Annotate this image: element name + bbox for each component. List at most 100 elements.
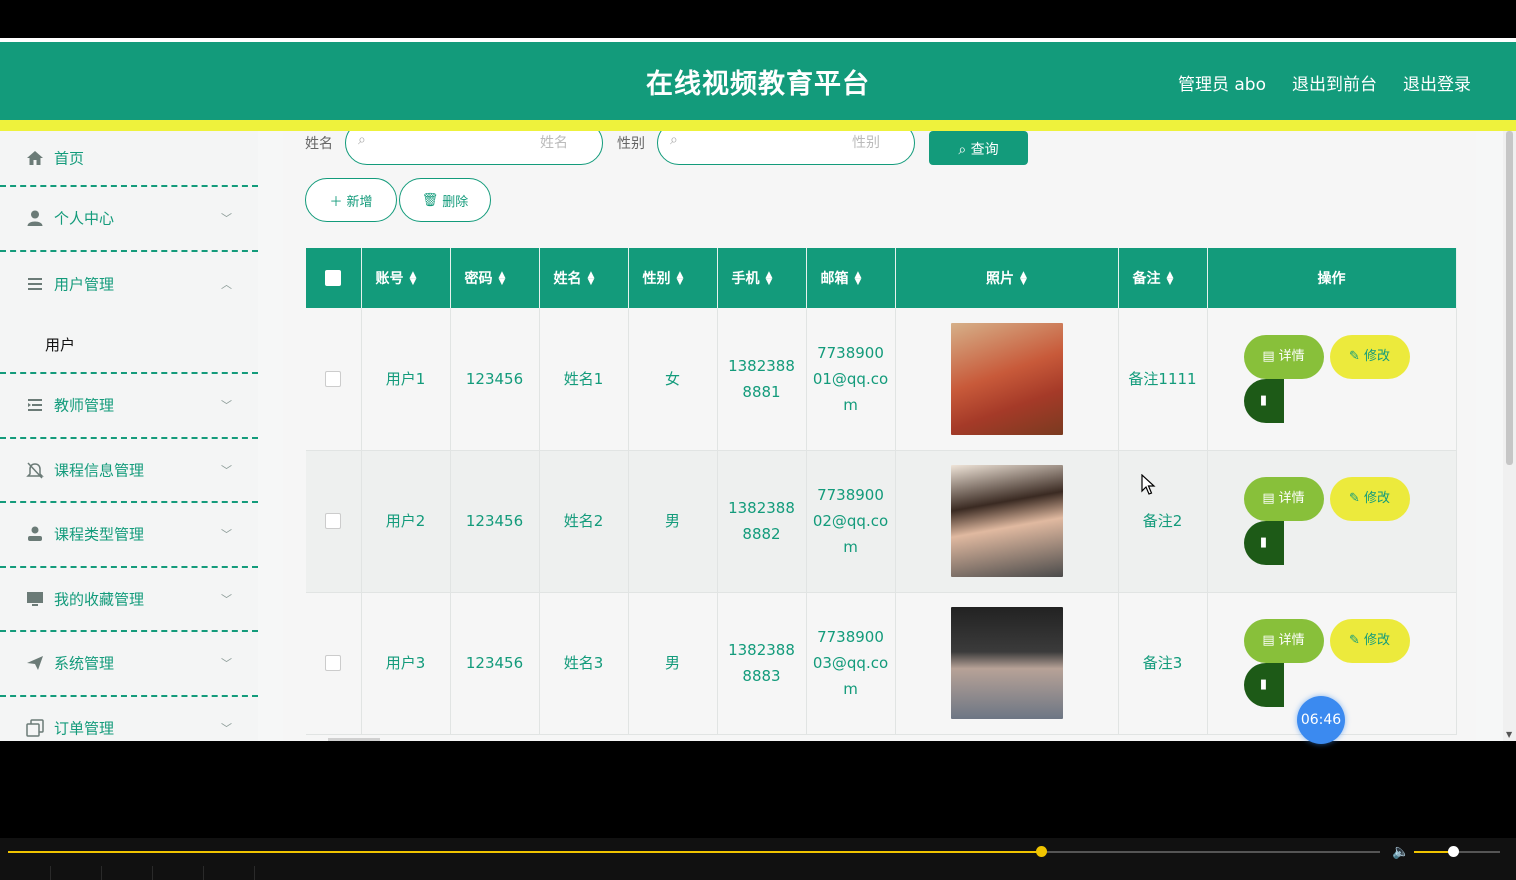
user-photo[interactable]	[950, 607, 1063, 719]
row-select-cell	[306, 450, 362, 593]
sort-icon[interactable]: ▲ ▼	[588, 271, 595, 287]
sort-icon[interactable]: ▲ ▼	[1020, 271, 1027, 287]
detail-button-label: 详情	[1278, 348, 1305, 364]
sort-icon[interactable]: ▲ ▼	[499, 271, 506, 287]
chevron-down-icon: ﹀	[221, 721, 232, 735]
horizontal-scrollbar-thumb[interactable]	[328, 738, 380, 741]
sidebar-item-system[interactable]: 系统管理 ﹀	[0, 632, 258, 697]
row-checkbox[interactable]	[325, 513, 342, 529]
detail-button[interactable]: ▤ 详情	[1243, 334, 1324, 379]
sidebar-item-user-management[interactable]: 用户管理 ︿	[0, 252, 258, 317]
player-tab[interactable]	[153, 866, 204, 880]
playback-progress-handle[interactable]	[1036, 846, 1048, 857]
gender-search-input[interactable]: ⌕ 性别	[657, 131, 915, 165]
column-header-gender[interactable]: 性别 ▲ ▼	[628, 248, 718, 308]
player-tab[interactable]	[0, 866, 51, 880]
row-select-cell	[306, 592, 362, 735]
sort-icon[interactable]: ▲ ▼	[766, 271, 773, 287]
detail-button[interactable]: ▤ 详情	[1243, 619, 1324, 663]
row-checkbox[interactable]	[325, 655, 342, 671]
logout-link[interactable]: 退出登录	[1403, 70, 1471, 95]
sidebar-item-label: 课程信息管理	[54, 461, 145, 480]
list-indent-icon	[28, 399, 42, 412]
timer-badge[interactable]: 06:46	[1297, 696, 1345, 744]
column-header-note[interactable]: 备注 ▲ ▼	[1118, 248, 1208, 308]
plus-icon: ＋	[329, 194, 343, 210]
select-all-checkbox[interactable]	[325, 270, 342, 286]
cell-password: 123456	[450, 308, 540, 451]
admin-label[interactable]: 管理员 abo	[1178, 70, 1266, 95]
column-header-name[interactable]: 姓名 ▲ ▼	[539, 248, 629, 308]
row-checkbox[interactable]	[325, 370, 342, 387]
row-delete-button[interactable]: ▮	[1243, 521, 1284, 565]
edit-button[interactable]: ✎ 修改	[1329, 619, 1410, 663]
trash-icon: 🗑	[421, 192, 439, 208]
edit-button[interactable]: ✎ 修改	[1329, 334, 1410, 379]
edit-button[interactable]: ✎ 修改	[1329, 477, 1410, 521]
cell-email: 773890001@qq.com	[806, 308, 896, 451]
sidebar-item-profile[interactable]: 个人中心 ﹀	[0, 187, 258, 252]
delete-button[interactable]: 🗑 删除	[399, 178, 491, 222]
bell-off-icon	[26, 462, 44, 479]
cell-phone: 13823888881	[717, 308, 807, 451]
volume-slider[interactable]	[1414, 846, 1500, 857]
query-button[interactable]: ⌕ 查询	[929, 131, 1028, 165]
edit-button-label: 修改	[1363, 348, 1390, 364]
user-photo[interactable]	[950, 465, 1063, 577]
sort-icon[interactable]: ▲ ▼	[855, 271, 862, 287]
sidebar-item-orders[interactable]: 订单管理 ﹀	[0, 697, 258, 742]
back-to-front-link[interactable]: 退出到前台	[1292, 70, 1377, 95]
sort-icon[interactable]: ▲ ▼	[410, 271, 417, 287]
pencil-icon: ✎	[1349, 491, 1360, 506]
search-icon: ⌕	[670, 132, 678, 148]
select-all-header[interactable]	[306, 248, 362, 308]
player-tab[interactable]	[204, 866, 255, 880]
vertical-scrollbar[interactable]: ▼	[1503, 131, 1516, 741]
cell-note: 备注1111	[1118, 308, 1208, 451]
sidebar-item-home[interactable]: 首页	[0, 131, 258, 187]
sidebar-item-label: 首页	[54, 149, 85, 168]
player-tab[interactable]	[102, 866, 153, 880]
name-search-input[interactable]: ⌕ 姓名	[345, 131, 603, 165]
sort-icon[interactable]: ▲ ▼	[1167, 271, 1174, 287]
table-row: 用户1 123456 姓名1 女 13823888881 773890001@q…	[306, 308, 1457, 451]
row-delete-button[interactable]: ▮	[1243, 663, 1284, 707]
cell-name: 姓名1	[539, 308, 629, 451]
sidebar-item-course-info[interactable]: 课程信息管理 ﹀	[0, 439, 258, 503]
cell-actions: ▤ 详情 ✎ 修改 ▮	[1207, 450, 1457, 593]
sidebar-item-label: 个人中心	[54, 209, 115, 228]
user-photo[interactable]	[950, 322, 1063, 435]
column-header-account[interactable]: 账号 ▲ ▼	[361, 248, 451, 308]
column-header-password[interactable]: 密码 ▲ ▼	[450, 248, 540, 308]
document-icon: ▤	[1262, 633, 1275, 648]
main-content: 姓名 ⌕ 姓名 性别 ⌕ 性别 ⌕ 查询 ＋新增 🗑 删除 账号 ▲ ▼ 密码 …	[283, 131, 1476, 741]
volume-handle[interactable]	[1447, 846, 1459, 857]
add-button[interactable]: ＋新增	[305, 178, 397, 222]
column-header-phone[interactable]: 手机 ▲ ▼	[717, 248, 807, 308]
cell-gender: 女	[628, 308, 718, 451]
scroll-down-arrow-icon[interactable]: ▼	[1506, 730, 1512, 739]
cell-name: 姓名2	[539, 450, 629, 593]
column-header-photo[interactable]: 照片 ▲ ▼	[895, 248, 1119, 308]
player-tab[interactable]	[51, 866, 102, 880]
cell-password: 123456	[450, 592, 540, 735]
mouse-cursor-icon	[1141, 474, 1156, 495]
cell-note: 备注3	[1118, 592, 1208, 735]
sidebar-item-favorites[interactable]: 我的收藏管理 ﹀	[0, 568, 258, 632]
column-header-email[interactable]: 邮箱 ▲ ▼	[806, 248, 896, 308]
cell-gender: 男	[628, 592, 718, 735]
row-delete-button[interactable]: ▮	[1243, 378, 1284, 423]
sidebar-item-course-type[interactable]: 课程类型管理 ﹀	[0, 503, 258, 568]
sidebar-subitem-users[interactable]: 用户	[0, 316, 258, 374]
sort-icon[interactable]: ▲ ▼	[677, 271, 684, 287]
sidebar-item-label: 订单管理	[54, 719, 115, 738]
volume-icon[interactable]: 🔈	[1392, 844, 1409, 860]
detail-button[interactable]: ▤ 详情	[1243, 477, 1324, 521]
sidebar-item-teacher-management[interactable]: 教师管理 ﹀	[0, 374, 258, 439]
playback-progress-bar[interactable]	[8, 846, 1380, 857]
scrollbar-thumb[interactable]	[1506, 131, 1513, 465]
gender-search-placeholder: 性别	[852, 135, 880, 151]
chevron-down-icon: ﹀	[221, 592, 232, 606]
column-header-label: 备注	[1132, 271, 1161, 287]
cell-actions: ▤ 详情 ✎ 修改 ▮	[1207, 308, 1457, 451]
